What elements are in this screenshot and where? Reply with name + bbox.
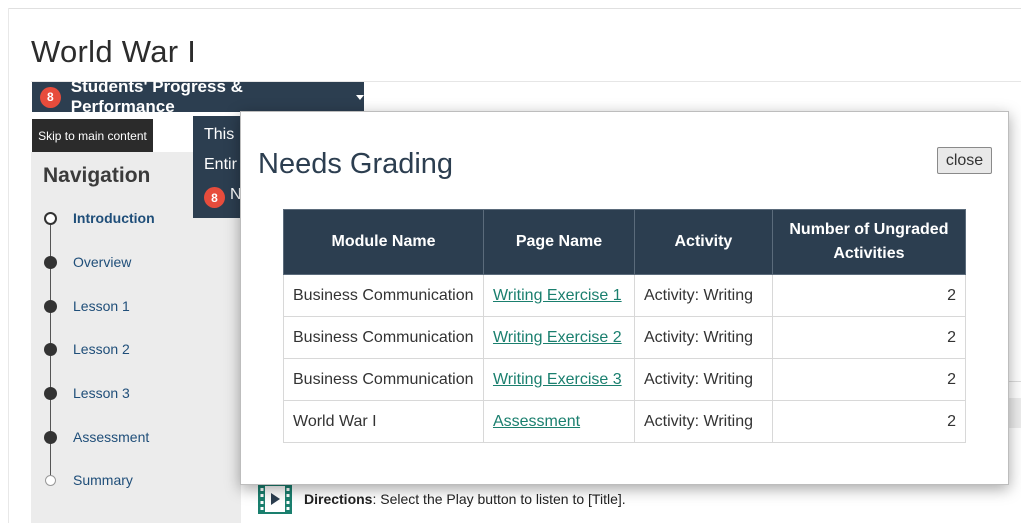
nav-item-introduction[interactable]: Introduction	[44, 208, 155, 228]
directions-text: Directions: Select the Play button to li…	[304, 491, 626, 507]
column-header-count: Number of Ungraded Activities	[771, 209, 967, 275]
close-button[interactable]: close	[937, 147, 992, 174]
count-cell: 2	[771, 316, 967, 359]
count-cell: 2	[771, 400, 967, 443]
directions-body: : Select the Play button to listen to [T…	[372, 491, 626, 507]
page-link[interactable]: Assessment	[493, 413, 580, 430]
needs-grading-table: Module Name Page Name Activity Number of…	[283, 209, 967, 443]
page-cell: Writing Exercise 3	[482, 358, 635, 401]
page-cell: Assessment	[482, 400, 635, 443]
page-link[interactable]: Writing Exercise 1	[493, 287, 622, 304]
nav-item-label: Lesson 1	[73, 298, 130, 314]
column-header-page: Page Name	[482, 209, 635, 275]
table-row: Business Communication Writing Exercise …	[283, 358, 967, 401]
upcoming-step-icon	[45, 474, 56, 486]
dropdown-item-partial[interactable]: Entir	[204, 156, 237, 174]
notification-badge: 8	[40, 86, 61, 108]
activity-cell: Activity: Writing	[633, 358, 773, 401]
completed-step-icon	[44, 299, 57, 313]
activity-cell: Activity: Writing	[633, 400, 773, 443]
dropdown-item-partial[interactable]: This	[204, 126, 234, 144]
nav-item-assessment[interactable]: Assessment	[44, 427, 149, 447]
table-row: Business Communication Writing Exercise …	[283, 274, 967, 317]
nav-item-label: Overview	[73, 254, 132, 270]
module-cell: Business Communication	[283, 316, 484, 359]
activity-cell: Activity: Writing	[633, 274, 773, 317]
nav-item-overview[interactable]: Overview	[44, 252, 131, 272]
current-step-icon	[44, 211, 57, 225]
module-cell: Business Communication	[283, 274, 484, 317]
students-progress-button[interactable]: 8 Students' Progress & Performance	[32, 77, 364, 116]
nav-item-label: Assessment	[73, 429, 150, 445]
column-header-module: Module Name	[283, 209, 484, 275]
nav-item-label: Introduction	[73, 210, 155, 226]
completed-step-icon	[44, 430, 57, 444]
table-row: Business Communication Writing Exercise …	[283, 316, 967, 359]
count-cell: 2	[771, 274, 967, 317]
modal-title: Needs Grading	[258, 148, 454, 180]
caret-down-icon	[356, 94, 364, 100]
table-row: World War I Assessment Activity: Writing…	[283, 400, 967, 443]
page-cell: Writing Exercise 2	[482, 316, 635, 359]
nav-item-lesson-3[interactable]: Lesson 3	[44, 383, 130, 403]
completed-step-icon	[44, 255, 57, 269]
directions-row: Directions: Select the Play button to li…	[258, 484, 626, 514]
completed-step-icon	[44, 386, 57, 400]
needs-grading-badge: 8	[204, 187, 225, 208]
activity-cell: Activity: Writing	[633, 316, 773, 359]
navigation-heading: Navigation	[43, 164, 151, 187]
page-title: World War I	[31, 34, 197, 69]
completed-step-icon	[44, 342, 57, 356]
table-header-row: Module Name Page Name Activity Number of…	[283, 209, 967, 275]
needs-grading-modal: Needs Grading close Module Name Page Nam…	[240, 111, 1009, 485]
page-frame-top	[8, 8, 1021, 9]
nav-item-lesson-2[interactable]: Lesson 2	[44, 339, 130, 359]
page-frame-left	[8, 8, 9, 523]
nav-item-label: Lesson 2	[73, 341, 130, 357]
column-header-activity: Activity	[633, 209, 773, 275]
film-play-icon	[258, 484, 292, 514]
page-link[interactable]: Writing Exercise 2	[493, 329, 622, 346]
skip-to-main-content-link[interactable]: Skip to main content	[32, 119, 153, 152]
directions-label: Directions	[304, 491, 373, 507]
module-cell: World War I	[283, 400, 484, 443]
content-band	[1008, 398, 1021, 428]
nav-item-label: Lesson 3	[73, 385, 130, 401]
count-cell: 2	[771, 358, 967, 401]
page-cell: Writing Exercise 1	[482, 274, 635, 317]
nav-item-summary[interactable]: Summary	[44, 470, 133, 490]
nav-item-label: Summary	[73, 472, 133, 488]
page-link[interactable]: Writing Exercise 3	[493, 371, 622, 388]
nav-item-lesson-1[interactable]: Lesson 1	[44, 296, 130, 316]
module-cell: Business Communication	[283, 358, 484, 401]
